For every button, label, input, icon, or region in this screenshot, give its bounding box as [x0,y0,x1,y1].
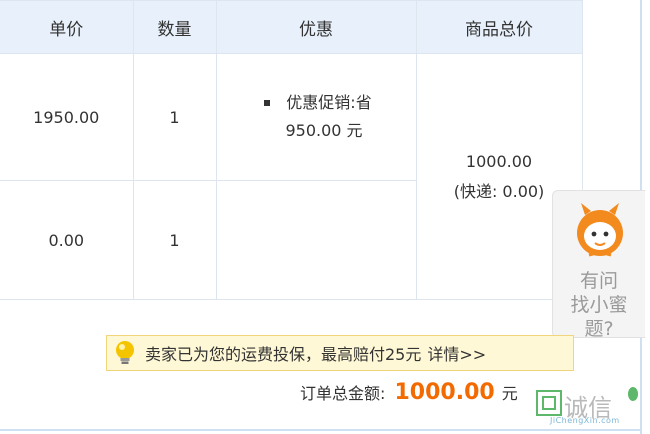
order-total: 订单总金额: 1000.00 元 [300,378,518,408]
promo-item: 优惠促销:省 [260,89,372,117]
header-discount: 优惠 [215,0,417,54]
discount-cell: 优惠促销:省 950.00 元 [215,53,417,181]
bullet-icon [264,100,271,106]
discount-cell [215,180,417,300]
promo-label: 优惠促销:省 [286,93,372,112]
quantity-cell: 1 [132,180,217,300]
table-header-row: 单价 数量 优惠 商品总价 [0,0,583,54]
help-widget-line1: 有问 [579,270,618,292]
mascot-icon [577,203,623,257]
promo-amount: 950.00 元 [285,121,363,140]
watermark-logo-icon [536,390,562,416]
promo-list: 优惠促销:省 950.00 元 [260,89,372,145]
order-total-label: 订单总金额: [300,384,386,403]
header-quantity: 数量 [132,0,217,54]
insurance-details-link[interactable]: 详情>> [427,341,486,365]
quantity-cell: 1 [132,53,217,181]
unit-price-cell: 1950.00 [0,53,134,181]
header-goods-total: 商品总价 [415,0,583,54]
order-total-amount: 1000.00 [394,380,495,405]
help-widget-line2: 找小蜜 [570,294,628,316]
help-widget-text: 有问 找小蜜 题? [553,269,645,341]
table-row: 1950.00 1 优惠促销:省 950.00 元 1000.00 (快递: 0… [0,53,583,300]
leaf-icon [628,387,638,401]
unit-price-cell: 0.00 [0,180,134,300]
watermark: 诚信 JiChengXin.com [534,386,644,430]
order-total-unit: 元 [501,384,518,403]
shipping-insurance-notice: 卖家已为您的运费投保，最高赔付25元 详情>> [106,335,574,371]
watermark-url: JiChengXin.com [550,416,620,425]
order-items-table: 单价 数量 优惠 商品总价 1950.00 1 优惠促销:省 950.00 元 … [0,0,583,300]
header-unit-price: 单价 [0,0,134,54]
goods-total-amount: 1000.00 [465,151,533,171]
insurance-text: 卖家已为您的运费投保，最高赔付25元 [145,345,422,364]
help-assistant-widget[interactable]: 有问 找小蜜 题? [552,190,645,341]
lightbulb-icon [116,341,134,364]
